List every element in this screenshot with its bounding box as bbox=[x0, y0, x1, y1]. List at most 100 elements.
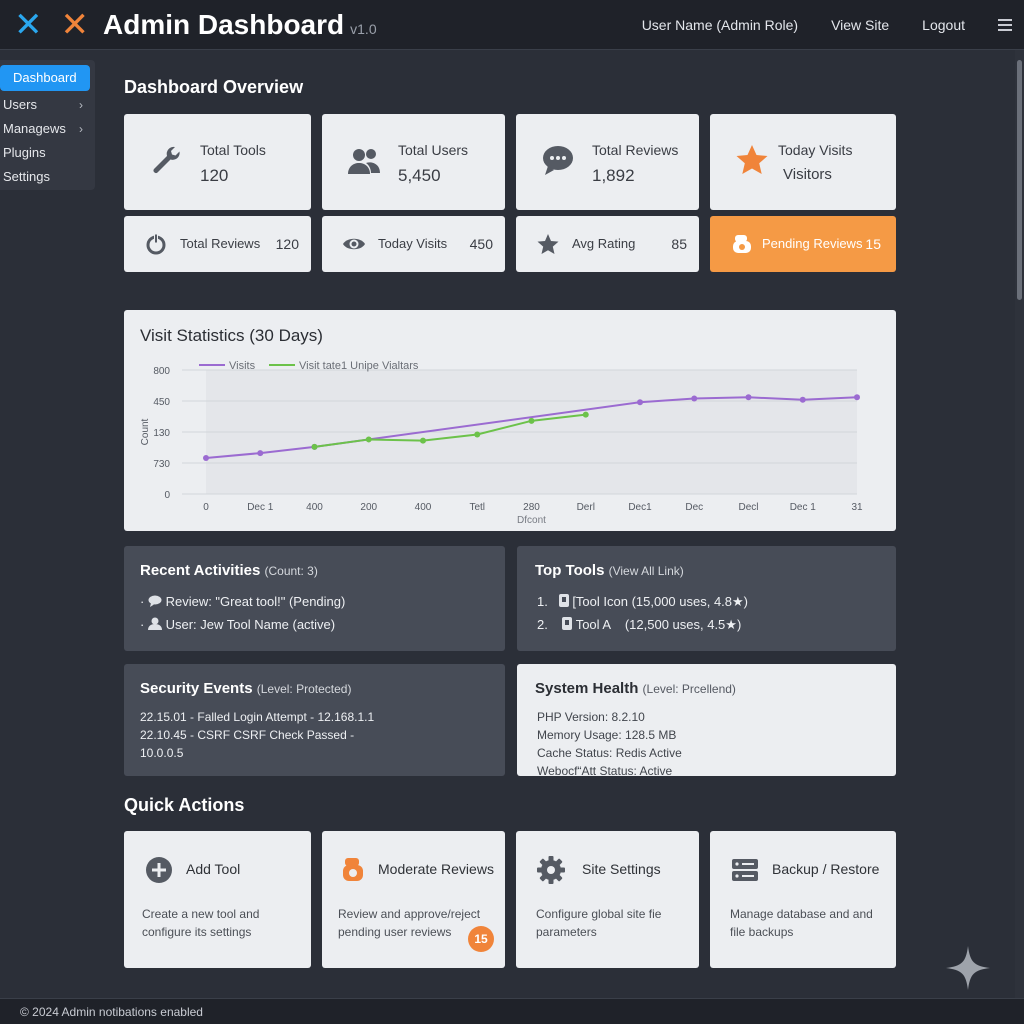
sidebar-item-label: Plugins bbox=[3, 145, 46, 160]
panel-title-text: Recent Activities bbox=[140, 562, 261, 579]
chevron-right-icon: › bbox=[79, 98, 83, 112]
data-point bbox=[637, 399, 643, 406]
activity-text: Review: "Great tool!" (Pending) bbox=[165, 594, 346, 609]
x-tick-label: Decl bbox=[738, 502, 758, 513]
x-axis-label: Dfcont bbox=[517, 515, 546, 526]
tool-text: Tool A (12,500 uses, 4.5★) bbox=[575, 617, 742, 632]
panel-subtitle: (Level: Protected) bbox=[256, 682, 352, 696]
data-point bbox=[691, 395, 698, 402]
stat-value: 85 bbox=[671, 236, 687, 252]
review-icon bbox=[343, 858, 363, 881]
scrollbar-thumb[interactable] bbox=[1017, 60, 1022, 300]
sidebar-item-label: Settings bbox=[3, 169, 50, 184]
y-tick-label: 450 bbox=[153, 397, 170, 408]
sidebar-item-plugins[interactable]: Plugins bbox=[0, 141, 95, 165]
list-item[interactable]: · User: Jew Tool Name (active) bbox=[140, 617, 335, 632]
list-item[interactable]: 1. [Tool Icon (15,000 uses, 4.8★) bbox=[537, 594, 748, 610]
stat-card-total-users[interactable]: Total Users 5,450 bbox=[322, 114, 505, 210]
data-point bbox=[582, 411, 589, 418]
panel-title: System Health (Level: Prcellend) bbox=[535, 680, 736, 697]
security-event: 22.15.01 - Falled Login Attempt - 12.168… bbox=[140, 710, 375, 724]
list-item[interactable]: 2. Tool A (12,500 uses, 4.5★) bbox=[537, 617, 741, 633]
version-label: v1.0 bbox=[350, 20, 377, 37]
x-tick-label: Tetl bbox=[469, 502, 485, 513]
eye-icon bbox=[343, 238, 365, 250]
data-point bbox=[854, 394, 860, 401]
panel-title: Recent Activities (Count: 3) bbox=[140, 562, 318, 579]
stat-label: Total Users bbox=[398, 142, 469, 158]
x-tick-label: 280 bbox=[523, 502, 540, 513]
data-point bbox=[203, 455, 209, 462]
user-menu[interactable]: User Name (Admin Role) bbox=[642, 17, 798, 33]
comment-icon bbox=[148, 595, 162, 607]
health-line: PHP Version: 8.2.10 bbox=[537, 710, 645, 724]
stat-card-today-visits-small[interactable]: Today Visits 450 bbox=[322, 216, 505, 272]
stat-card-pending-reviews[interactable]: Pending Reviews 15 bbox=[710, 216, 896, 272]
quick-actions-title: Quick Actions bbox=[124, 795, 245, 815]
sparkle-icon[interactable] bbox=[944, 944, 992, 992]
y-tick-label: 0 bbox=[164, 490, 170, 501]
y-tick-label: 130 bbox=[153, 428, 170, 439]
stat-card-today-visits[interactable]: Today Visits Visitors bbox=[710, 114, 896, 210]
logo-x-blue-icon: ✕ bbox=[14, 5, 43, 44]
view-all-link[interactable]: (View All Link) bbox=[609, 564, 684, 578]
stat-value: 450 bbox=[469, 236, 493, 252]
hamburger-menu-icon[interactable] bbox=[998, 16, 1012, 34]
stat-value: 5,450 bbox=[398, 166, 441, 185]
panel-subtitle: (Level: Prcellend) bbox=[642, 682, 736, 696]
top-bar: ✕ ✕ Admin Dashboard v1.0 User Name (Admi… bbox=[0, 0, 1024, 50]
recent-activities-panel: Recent Activities (Count: 3) · Review: "… bbox=[124, 546, 505, 651]
rank: 1. bbox=[537, 594, 548, 609]
x-tick-label: 31 bbox=[851, 502, 863, 513]
quick-action-desc: Manage database and and file backups bbox=[730, 907, 873, 939]
y-tick-label: 800 bbox=[153, 366, 170, 377]
stat-card-avg-rating[interactable]: Avg Rating 85 bbox=[516, 216, 699, 272]
moderate-reviews-button[interactable]: Moderate Reviews Review and approve/reje… bbox=[322, 831, 505, 968]
quick-action-label: Moderate Reviews bbox=[378, 861, 494, 877]
footer: © 2024 Admin notibations enabled bbox=[0, 998, 1024, 1024]
stat-card-total-tools[interactable]: Total Tools 120 bbox=[124, 114, 311, 210]
sidebar-item-settings[interactable]: Settings bbox=[0, 165, 95, 189]
list-item[interactable]: · Review: "Great tool!" (Pending) bbox=[140, 594, 345, 609]
star-icon bbox=[736, 145, 768, 174]
wrench-icon bbox=[153, 146, 180, 173]
scrollbar[interactable] bbox=[1015, 50, 1024, 998]
backup-restore-button[interactable]: Backup / Restore Manage database and and… bbox=[710, 831, 896, 968]
health-line: Memory Usage: 128.5 MB bbox=[537, 728, 677, 742]
quick-action-desc: Create a new tool and configure its sett… bbox=[142, 907, 260, 939]
security-event: 10.0.0.5 bbox=[140, 746, 184, 760]
stat-card-total-reviews-small[interactable]: Total Reviews 120 bbox=[124, 216, 311, 272]
add-tool-button[interactable]: Add Tool Create a new tool and configure… bbox=[124, 831, 311, 968]
stat-value: 120 bbox=[200, 166, 229, 185]
stat-label: Today Visits bbox=[378, 236, 448, 251]
tool-text: [Tool Icon (15,000 uses, 4.8★) bbox=[572, 594, 749, 609]
stat-card-total-reviews[interactable]: Total Reviews 1,892 bbox=[516, 114, 699, 210]
x-tick-label: 400 bbox=[306, 502, 323, 513]
system-health-panel: System Health (Level: Prcellend) PHP Ver… bbox=[517, 664, 896, 776]
legend-label: Visits bbox=[229, 360, 256, 372]
data-point bbox=[420, 437, 426, 444]
panel-title: Top Tools (View All Link) bbox=[535, 562, 684, 579]
tool-icon bbox=[558, 594, 569, 607]
logout-link[interactable]: Logout bbox=[922, 17, 965, 33]
sidebar-item-managews[interactable]: Managews › bbox=[0, 117, 95, 141]
y-axis-label: Count bbox=[140, 418, 151, 445]
data-point bbox=[745, 394, 752, 401]
top-tools-panel: Top Tools (View All Link) 1. [Tool Icon … bbox=[517, 546, 896, 651]
user-icon bbox=[147, 617, 162, 630]
logo[interactable]: ✕ ✕ Admin Dashboard v1.0 bbox=[14, 8, 377, 42]
legend-label: Visit tate1 Unipe Vialtars bbox=[299, 360, 419, 372]
sidebar-item-dashboard[interactable]: Dashboard bbox=[0, 65, 90, 91]
gear-icon bbox=[537, 856, 565, 884]
review-icon bbox=[733, 235, 751, 253]
view-site-link[interactable]: View Site bbox=[831, 17, 889, 33]
security-events-panel: Security Events (Level: Protected) 22.15… bbox=[124, 664, 505, 776]
activity-text: User: Jew Tool Name (active) bbox=[165, 617, 336, 632]
users-icon bbox=[348, 149, 380, 174]
sidebar-item-users[interactable]: Users › bbox=[0, 93, 95, 117]
x-tick-label: 200 bbox=[360, 502, 377, 513]
site-settings-button[interactable]: Site Settings Configure global site fie … bbox=[516, 831, 699, 968]
chevron-right-icon: › bbox=[79, 122, 83, 136]
panel-title-text: Security Events bbox=[140, 680, 253, 697]
data-point bbox=[528, 417, 535, 424]
